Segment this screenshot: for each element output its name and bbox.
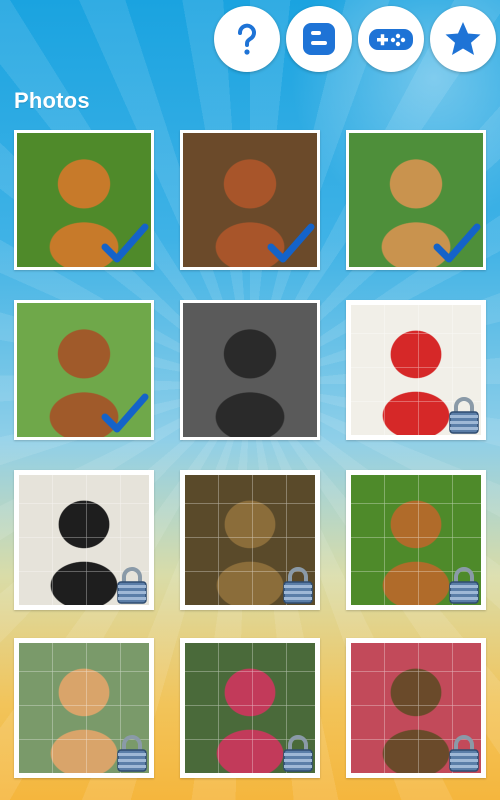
checkmark-icon [267,223,315,263]
favorite-button[interactable] [430,6,496,72]
photo-tile-french-bulldog-costume[interactable] [180,638,320,778]
padlock-icon [449,567,479,604]
padlock-icon [449,397,479,434]
checkmark-icon [433,223,481,263]
padlock-icon [117,567,147,604]
photo-tile-yorkshire-terrier[interactable] [180,470,320,610]
photo-tile-german-shepherd-puppy[interactable] [346,638,486,778]
photo-tile-husky[interactable] [180,300,320,440]
games-button[interactable] [358,6,424,72]
blogger-icon [303,23,335,55]
star-icon [445,22,481,55]
blog-button[interactable] [286,6,352,72]
top-toolbar [214,6,496,72]
page-title: Photos [14,88,90,113]
checkmark-icon [101,223,149,263]
padlock-icon [449,735,479,772]
photo-tile-mastiff[interactable] [346,130,486,270]
photo-tile-poodle[interactable] [14,300,154,440]
photo-tile-papillon[interactable] [14,470,154,610]
photo-tile-boxer-puppy[interactable] [346,470,486,610]
padlock-icon [283,735,313,772]
gamepad-icon [369,29,413,50]
question-mark-icon [238,23,256,55]
padlock-icon [283,567,313,604]
help-button[interactable] [214,6,280,72]
dog-photo [183,303,317,437]
photo-tile-pomeranian[interactable] [14,638,154,778]
checkmark-icon [101,393,149,433]
photo-tile-chihuahua-in-teacup[interactable] [346,300,486,440]
padlock-icon [117,735,147,772]
photo-tile-beagle[interactable] [14,130,154,270]
photo-tile-vizsla-pair[interactable] [180,130,320,270]
